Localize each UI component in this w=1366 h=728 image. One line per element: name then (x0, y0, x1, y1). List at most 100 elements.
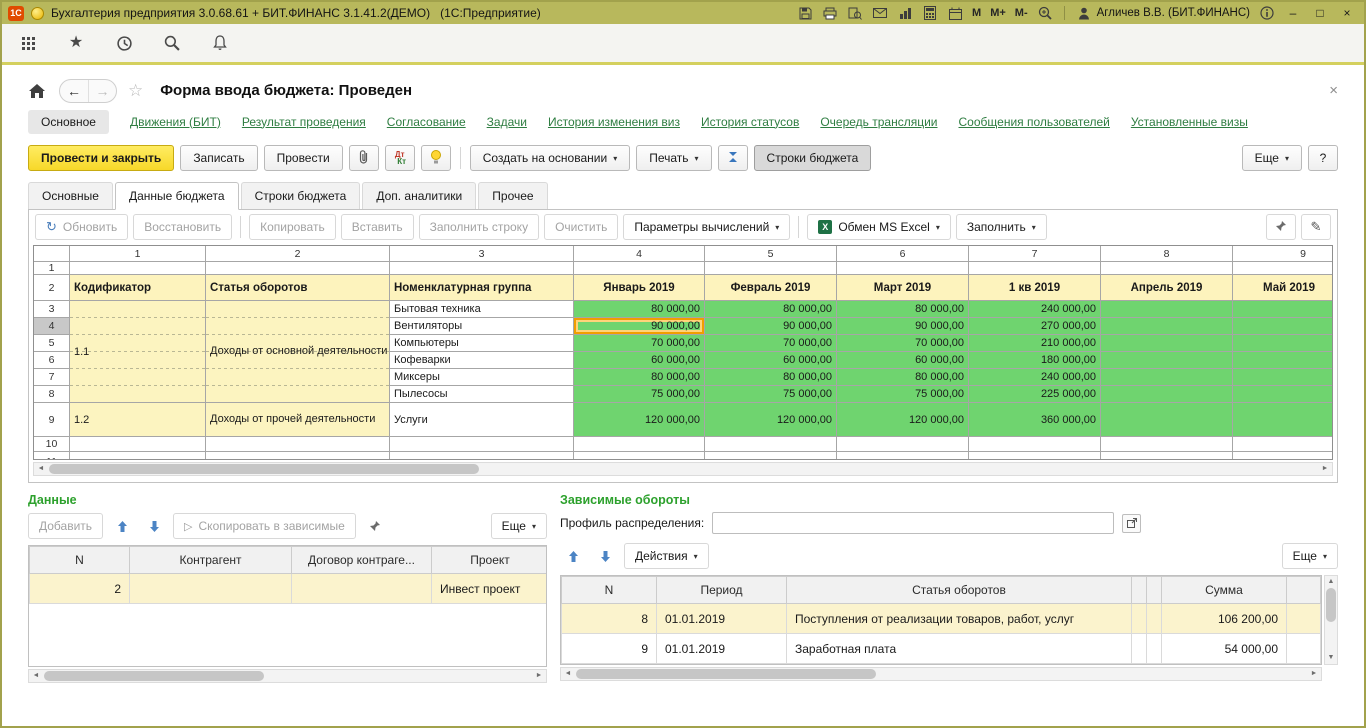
cell[interactable] (1101, 403, 1233, 437)
cell-n[interactable]: 8 (562, 604, 657, 634)
column-header-sum[interactable]: Сумма (1162, 577, 1287, 604)
cell[interactable]: 120 000,00 (837, 403, 969, 437)
cell[interactable] (705, 262, 837, 275)
cell[interactable]: 60 000,00 (837, 352, 969, 369)
cell-empty[interactable] (1132, 604, 1147, 634)
print-preview-icon[interactable] (847, 5, 863, 21)
notifications-bell-icon[interactable] (210, 33, 230, 53)
table-row[interactable]: 9 01.01.2019 Заработная плата 54 000,00 (562, 634, 1321, 664)
table-row[interactable]: 8 01.01.2019 Поступления от реализации т… (562, 604, 1321, 634)
move-down-button[interactable] (141, 514, 167, 538)
pin-button[interactable] (1266, 214, 1296, 240)
table-row[interactable]: 2 Инвест проект (30, 574, 548, 604)
scroll-down-arrow[interactable]: ▼ (1328, 652, 1335, 664)
restore-button[interactable]: Восстановить (133, 214, 232, 240)
move-up-button[interactable] (560, 544, 586, 568)
refresh-button[interactable]: ↻Обновить (35, 214, 128, 240)
pin-button[interactable] (362, 514, 388, 538)
fill-button[interactable]: Заполнить▾ (956, 214, 1047, 240)
horizontal-scrollbar[interactable]: ◄ ► (33, 462, 1333, 476)
cell[interactable] (206, 262, 390, 275)
header-q1[interactable]: 1 кв 2019 (969, 275, 1101, 301)
col-number[interactable]: 2 (206, 246, 390, 262)
zoom-icon[interactable] (1037, 5, 1053, 21)
cell-contract[interactable] (292, 574, 432, 604)
paste-button[interactable]: Вставить (341, 214, 414, 240)
move-down-button[interactable] (592, 544, 618, 568)
horizontal-scrollbar[interactable]: ◄ ► (560, 667, 1322, 681)
link-status-history[interactable]: История статусов (701, 115, 799, 129)
cell-period[interactable]: 01.01.2019 (657, 634, 787, 664)
cell[interactable]: 270 000,00 (969, 318, 1101, 335)
header-january[interactable]: Январь 2019 (574, 275, 705, 301)
col-number[interactable]: 9 (1233, 246, 1333, 262)
scroll-left-arrow[interactable]: ◄ (29, 670, 43, 682)
cell[interactable] (1233, 437, 1333, 452)
cell[interactable] (705, 437, 837, 452)
cell[interactable]: Вентиляторы (390, 318, 574, 335)
history-icon[interactable] (114, 33, 134, 53)
cell[interactable] (1233, 352, 1333, 369)
tab-osnovnye[interactable]: Основные (28, 182, 113, 209)
tab-prochee[interactable]: Прочее (478, 182, 547, 209)
cell-code-1-1[interactable]: 1.1 (70, 301, 206, 403)
memory-m-button[interactable]: M (972, 7, 981, 19)
cell[interactable]: 240 000,00 (969, 301, 1101, 318)
cell[interactable] (969, 452, 1101, 460)
cell[interactable]: Компьютеры (390, 335, 574, 352)
calendar-icon[interactable] (947, 5, 963, 21)
col-number[interactable]: 5 (705, 246, 837, 262)
create-based-on-button[interactable]: Создать на основании▾ (470, 145, 631, 171)
column-header-empty[interactable] (1147, 577, 1162, 604)
scroll-right-arrow[interactable]: ► (1318, 463, 1332, 475)
scroll-right-arrow[interactable]: ► (532, 670, 546, 682)
more-button[interactable]: Еще▾ (1242, 145, 1302, 171)
cell[interactable] (1101, 437, 1233, 452)
row-number[interactable]: 3 (34, 301, 70, 318)
cell[interactable]: 80 000,00 (837, 369, 969, 386)
search-icon[interactable] (162, 33, 182, 53)
row-number[interactable]: 5 (34, 335, 70, 352)
cell[interactable] (574, 437, 705, 452)
more-button[interactable]: Еще▾ (1282, 543, 1338, 569)
cell[interactable]: 80 000,00 (837, 301, 969, 318)
cell[interactable] (1101, 386, 1233, 403)
cell[interactable] (969, 437, 1101, 452)
column-header-contractor[interactable]: Контрагент (130, 547, 292, 574)
cell[interactable] (206, 452, 390, 460)
link-movements[interactable]: Движения (БИТ) (130, 115, 221, 129)
cell[interactable]: 75 000,00 (574, 386, 705, 403)
header-may[interactable]: Май 2019 (1233, 275, 1333, 301)
cell[interactable] (969, 262, 1101, 275)
cell[interactable] (837, 452, 969, 460)
column-header-project[interactable]: Проект (432, 547, 548, 574)
window-maximize-button[interactable]: □ (1311, 4, 1329, 22)
close-form-icon[interactable]: × (1329, 82, 1338, 99)
cell[interactable] (1101, 352, 1233, 369)
horizontal-scrollbar[interactable]: ◄ ► (28, 669, 547, 683)
profile-input[interactable] (712, 512, 1114, 534)
header-codifier[interactable]: Кодификатор (70, 275, 206, 301)
link-user-messages[interactable]: Сообщения пользователей (959, 115, 1110, 129)
cell[interactable]: 80 000,00 (705, 301, 837, 318)
collapse-expand-button[interactable] (718, 145, 748, 171)
link-visa-change-history[interactable]: История изменения виз (548, 115, 680, 129)
cell-contractor[interactable] (130, 574, 292, 604)
cell-project[interactable]: Инвест проект (432, 574, 548, 604)
cell[interactable] (705, 452, 837, 460)
cell-n[interactable]: 2 (30, 574, 130, 604)
cell[interactable] (1233, 403, 1333, 437)
cell-article-main-income[interactable]: Доходы от основной деятельности (206, 301, 390, 403)
info-icon[interactable] (1259, 5, 1275, 21)
back-button[interactable]: ← (60, 80, 88, 102)
cell[interactable]: 225 000,00 (969, 386, 1101, 403)
more-button[interactable]: Еще▾ (491, 513, 547, 539)
row-number[interactable]: 2 (34, 275, 70, 301)
save-icon[interactable] (797, 5, 813, 21)
cell[interactable]: 75 000,00 (837, 386, 969, 403)
cell[interactable] (1233, 301, 1333, 318)
edit-button[interactable]: ✎ (1301, 214, 1331, 240)
cell[interactable]: 240 000,00 (969, 369, 1101, 386)
tab-stroki-byudzheta[interactable]: Строки бюджета (241, 182, 361, 209)
cell[interactable]: 90 000,00 (837, 318, 969, 335)
